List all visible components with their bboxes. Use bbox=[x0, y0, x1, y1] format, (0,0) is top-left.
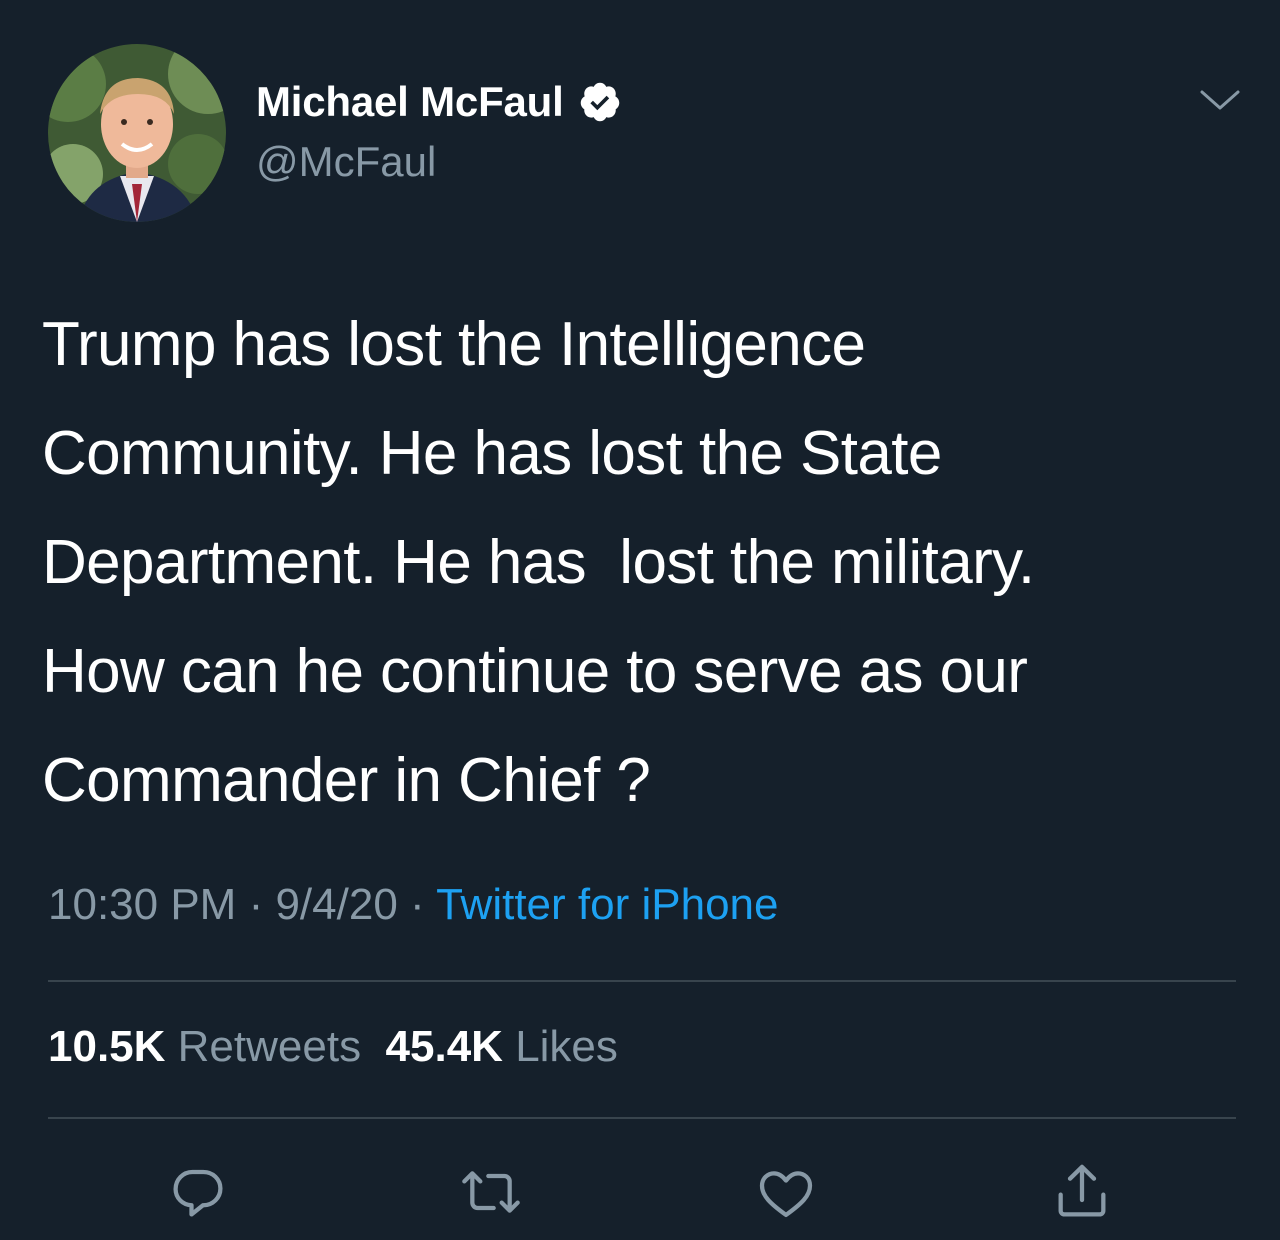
verified-badge-icon bbox=[580, 82, 619, 122]
tweet-date[interactable]: 9/4/20 bbox=[275, 880, 397, 929]
likes-stat[interactable]: 45.4K Likes bbox=[386, 1022, 618, 1071]
chevron-down-icon[interactable] bbox=[1196, 84, 1244, 116]
meta-separator: · bbox=[236, 880, 276, 929]
reply-button[interactable] bbox=[162, 1156, 234, 1228]
avatar-image bbox=[48, 44, 226, 222]
tweet-source-link[interactable]: Twitter for iPhone bbox=[436, 880, 778, 929]
retweets-label: Retweets bbox=[177, 1022, 362, 1071]
divider bbox=[48, 1117, 1236, 1119]
tweet-text: Trump has lost the Intelligence Communit… bbox=[42, 310, 1035, 815]
heart-icon bbox=[759, 1171, 813, 1218]
reply-icon bbox=[173, 1169, 223, 1217]
likes-count: 45.4K bbox=[385, 1022, 503, 1071]
tweet-stats: 10.5K Retweets 45.4K Likes bbox=[48, 1022, 618, 1072]
retweets-stat[interactable]: 10.5K Retweets bbox=[48, 1022, 361, 1071]
tweet-meta: 10:30 PM · 9/4/20 · Twitter for iPhone bbox=[48, 880, 778, 930]
action-bar bbox=[0, 1156, 1280, 1226]
share-button[interactable] bbox=[1046, 1156, 1118, 1228]
retweets-count: 10.5K bbox=[48, 1022, 166, 1071]
tweet-time[interactable]: 10:30 PM bbox=[48, 880, 236, 929]
retweet-button[interactable] bbox=[455, 1156, 527, 1228]
user-display-name[interactable]: Michael McFaul bbox=[256, 78, 564, 126]
like-button[interactable] bbox=[750, 1156, 822, 1228]
meta-separator: · bbox=[397, 880, 437, 929]
divider bbox=[48, 980, 1236, 982]
likes-label: Likes bbox=[515, 1022, 618, 1071]
retweet-icon bbox=[462, 1171, 520, 1213]
avatar[interactable] bbox=[48, 44, 226, 222]
user-handle[interactable]: @McFaul bbox=[256, 138, 436, 186]
user-name-row[interactable]: Michael McFaul bbox=[256, 74, 622, 130]
share-icon bbox=[1058, 1164, 1106, 1217]
